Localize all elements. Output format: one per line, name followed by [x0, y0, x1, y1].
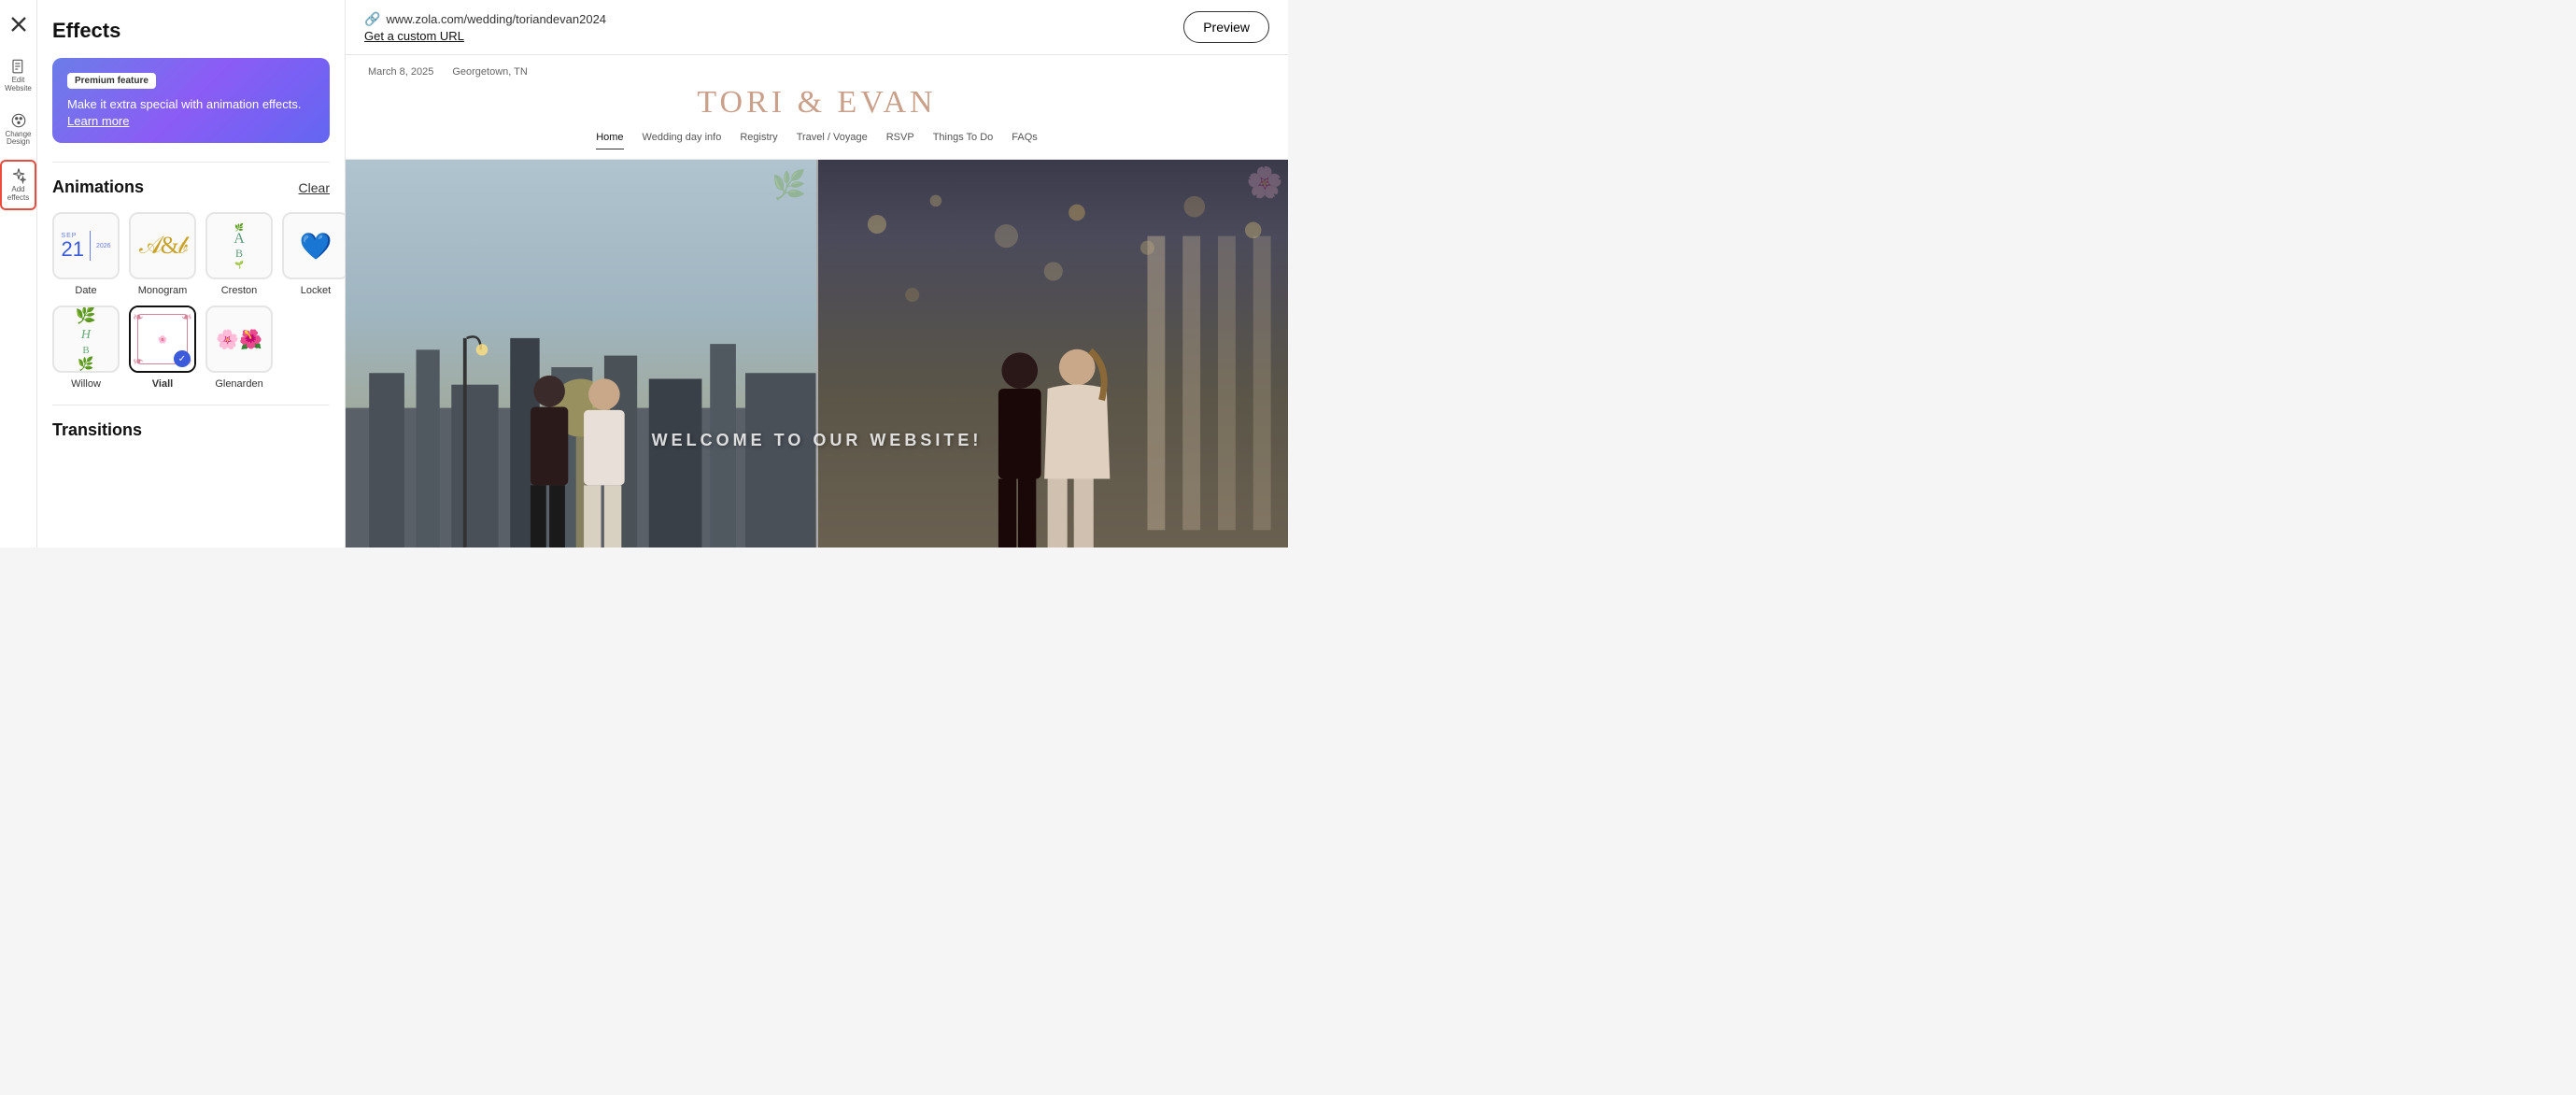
floral-decoration-left: 🌿: [771, 169, 806, 202]
link-icon: 🔗: [364, 11, 380, 27]
nav-item-wedding-day[interactable]: Wedding day info: [643, 132, 722, 149]
animation-label-locket: Locket: [301, 285, 331, 296]
animation-label-glenarden: Glenarden: [215, 378, 262, 390]
url-text: www.zola.com/wedding/toriandevan2024: [386, 12, 606, 26]
sidebar-item-label: Edit Website: [4, 77, 33, 93]
wedding-date: March 8, 2025: [368, 66, 433, 78]
animation-card-glenarden[interactable]: 🌸🌺: [205, 306, 273, 373]
animation-card-creston[interactable]: 🌿 A B 🌱: [205, 212, 273, 279]
animation-label-viall: Viall: [152, 378, 173, 390]
clear-button[interactable]: Clear: [299, 180, 330, 195]
animation-card-locket[interactable]: 💙: [282, 212, 346, 279]
premium-text: Make it extra special with animation eff…: [67, 96, 315, 130]
animation-item-viall: ❧ ❧ ❧ ❧ 🌸 ✓ Viall: [129, 306, 196, 390]
nav-item-rsvp[interactable]: RSVP: [886, 132, 914, 149]
sidebar-item-edit-website[interactable]: Edit Website: [0, 52, 36, 99]
animation-label-willow: Willow: [71, 378, 101, 390]
sidebar-item-add-effects[interactable]: Add effects: [0, 160, 36, 210]
animation-card-date[interactable]: SEP 21 2026: [52, 212, 120, 279]
animation-item-locket: 💙 Locket: [282, 212, 346, 296]
animation-item-creston: 🌿 A B 🌱 Creston: [205, 212, 273, 296]
animations-title: Animations: [52, 178, 144, 197]
premium-banner: Premium feature Make it extra special wi…: [52, 58, 330, 143]
transitions-title: Transitions: [52, 420, 330, 440]
url-bar: 🔗 www.zola.com/wedding/toriandevan2024 G…: [346, 0, 1288, 55]
sparkle-icon: [10, 167, 27, 184]
sidebar-item-label: Change Design: [4, 131, 33, 148]
animation-card-monogram[interactable]: 𝒜&𝒷: [129, 212, 196, 279]
nav-item-things-to-do[interactable]: Things To Do: [933, 132, 994, 149]
animations-section-header: Animations Clear: [52, 178, 330, 197]
nav-item-travel[interactable]: Travel / Voyage: [797, 132, 868, 149]
wedding-nav: Home Wedding day info Registry Travel / …: [368, 132, 1266, 159]
animation-item-willow: 🌿 H B 🌿 Willow: [52, 306, 120, 390]
sidebar-item-label: Add effects: [6, 186, 31, 203]
animation-item-date: SEP 21 2026 Date: [52, 212, 120, 296]
animation-label-date: Date: [75, 285, 96, 296]
sidebar: Edit Website Change Design Add effects: [0, 0, 37, 548]
animation-card-willow[interactable]: 🌿 H B 🌿: [52, 306, 120, 373]
document-icon: [10, 58, 27, 75]
effects-title: Effects: [52, 19, 330, 43]
hero-text-container: WELCOME TO OUR WEBSITE!: [346, 431, 1288, 450]
hero-text: WELCOME TO OUR WEBSITE!: [346, 431, 1288, 450]
divider: [52, 162, 330, 163]
nav-item-faqs[interactable]: FAQs: [1012, 132, 1038, 149]
wedding-location: Georgetown, TN: [452, 66, 528, 78]
premium-badge: Premium feature: [67, 73, 156, 89]
learn-more-link[interactable]: Learn more: [67, 114, 129, 128]
preview-button[interactable]: Preview: [1183, 11, 1269, 43]
animation-label-monogram: Monogram: [138, 285, 188, 296]
preview-area: 🔗 www.zola.com/wedding/toriandevan2024 G…: [346, 0, 1288, 548]
palette-icon: [10, 112, 27, 129]
animation-card-viall[interactable]: ❧ ❧ ❧ ❧ 🌸 ✓: [129, 306, 196, 373]
effects-panel: Effects Premium feature Make it extra sp…: [37, 0, 346, 548]
wedding-meta: March 8, 2025 Georgetown, TN: [368, 66, 1266, 78]
nav-item-home[interactable]: Home: [596, 132, 623, 149]
custom-url-link[interactable]: Get a custom URL: [364, 29, 606, 43]
wedding-couple-name: TORI & EVAN: [368, 85, 1266, 121]
sidebar-item-change-design[interactable]: Change Design: [0, 107, 36, 153]
url-info: 🔗 www.zola.com/wedding/toriandevan2024 G…: [364, 11, 606, 43]
close-button[interactable]: [6, 11, 32, 37]
hero-photo-right: 🌸: [818, 160, 1289, 548]
wedding-header: March 8, 2025 Georgetown, TN TORI & EVAN…: [346, 55, 1288, 160]
url-row: 🔗 www.zola.com/wedding/toriandevan2024: [364, 11, 606, 27]
floral-decoration-right: 🌸: [1246, 164, 1283, 200]
nav-item-registry[interactable]: Registry: [740, 132, 777, 149]
animation-item-glenarden: 🌸🌺 Glenarden: [205, 306, 273, 390]
animation-item-monogram: 𝒜&𝒷 Monogram: [129, 212, 196, 296]
hero-area: 🌿: [346, 160, 1288, 548]
website-preview: March 8, 2025 Georgetown, TN TORI & EVAN…: [346, 55, 1288, 548]
animations-grid: SEP 21 2026 Date 𝒜&𝒷 Monogram: [52, 212, 330, 390]
hero-photo-left: 🌿: [346, 160, 816, 548]
animation-label-creston: Creston: [221, 285, 258, 296]
